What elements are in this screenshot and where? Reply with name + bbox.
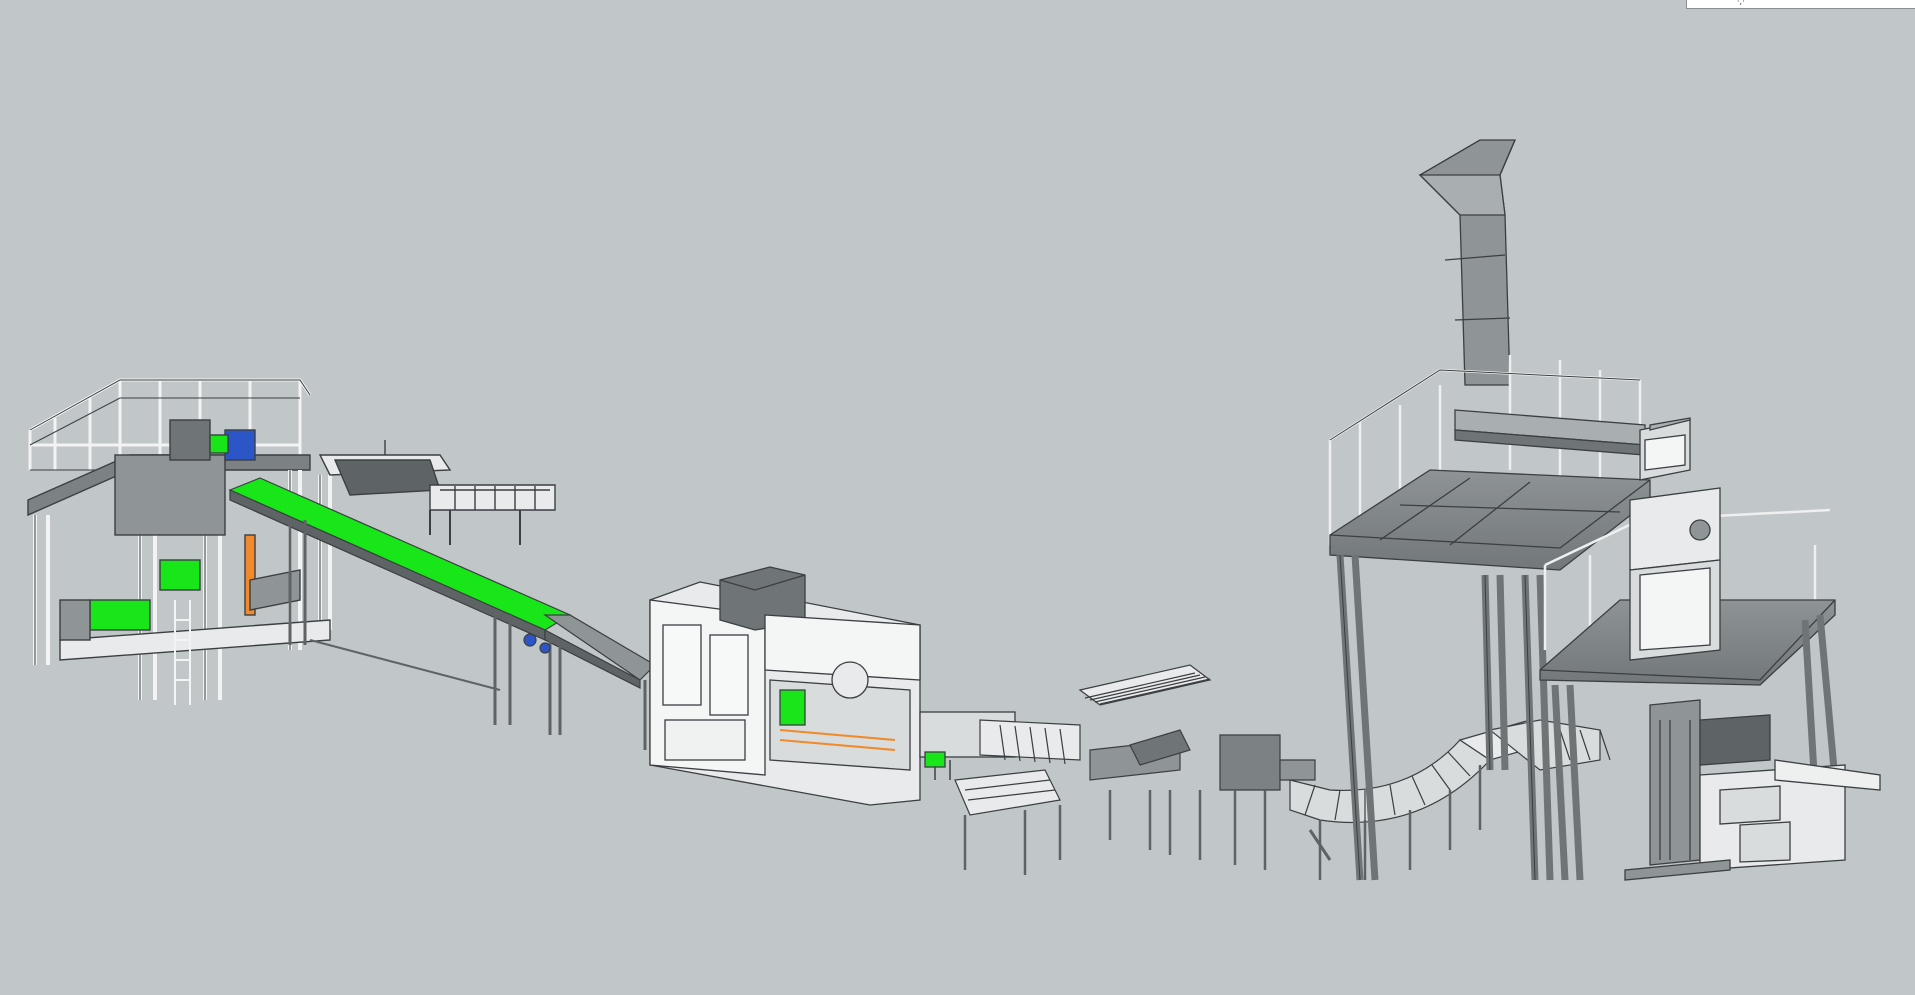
- roller-conveyor-transfer[interactable]: [954, 664, 1316, 875]
- production-line-3d-model[interactable]: [0, 0, 1915, 995]
- cad-viewport[interactable]: ·,·: [0, 0, 1915, 995]
- inclined-green-belt-conveyor[interactable]: [228, 477, 657, 750]
- view-cube-label: ·,·: [1737, 0, 1745, 6]
- feeding-platform-with-hopper[interactable]: [1328, 139, 1839, 881]
- view-cube-widget[interactable]: ·,·: [1686, 0, 1915, 9]
- bag-placing-unit[interactable]: [1624, 699, 1881, 881]
- bag-sealing-machine[interactable]: [649, 566, 1016, 806]
